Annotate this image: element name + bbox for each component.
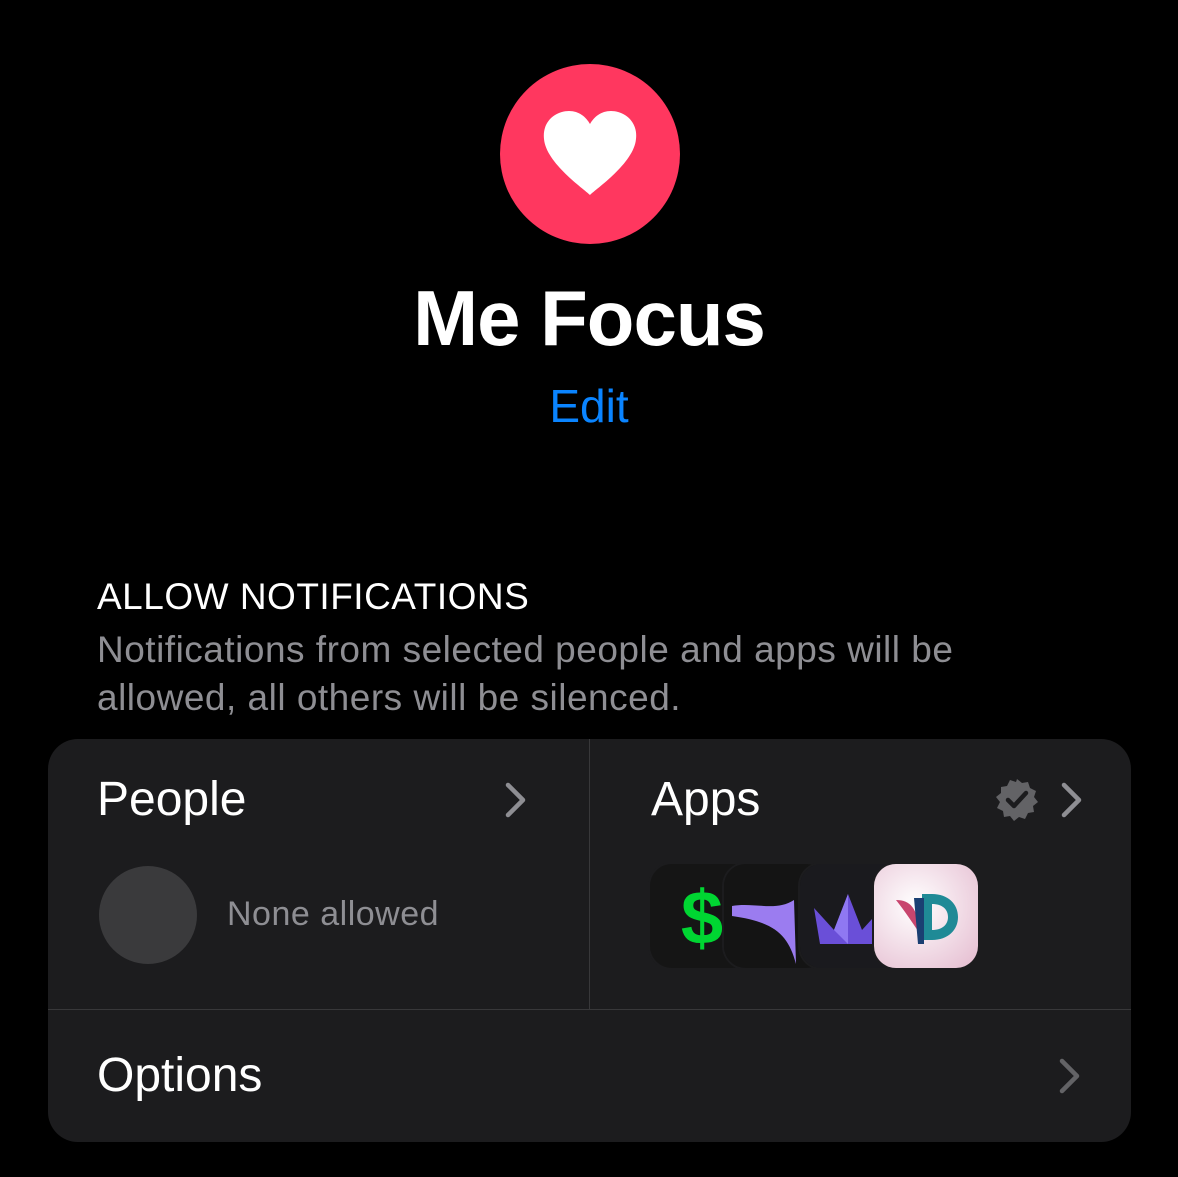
options-label: Options (97, 1049, 263, 1102)
people-status: None allowed (227, 895, 440, 933)
chevron-right-icon (503, 781, 529, 819)
focus-heart-badge (500, 64, 680, 244)
options-row[interactable]: Options (48, 1010, 1131, 1142)
edit-button[interactable]: Edit (0, 378, 1178, 434)
apps-cell[interactable]: Apps $ (590, 739, 1131, 1009)
section-description: Notifications from selected people and a… (97, 629, 954, 718)
page-title: Me Focus (413, 274, 766, 362)
avatar-placeholder (99, 866, 197, 964)
verified-badge-icon (994, 777, 1040, 823)
focus-settings-page: Me Focus Edit ALLOW NOTIFICATIONS Notifi… (0, 0, 1178, 1177)
heart-icon (543, 111, 637, 195)
chevron-right-icon (1059, 781, 1085, 819)
apps-label: Apps (651, 773, 761, 826)
people-cell[interactable]: People None allowed (48, 739, 589, 1009)
section-header: ALLOW NOTIFICATIONS (97, 576, 530, 617)
day-one-app-icon (874, 864, 978, 968)
people-label: People (97, 773, 247, 826)
allow-notifications-card: People None allowed Apps $ Options (48, 739, 1131, 1142)
svg-text:$: $ (681, 876, 723, 961)
chevron-right-icon (1057, 1057, 1083, 1095)
